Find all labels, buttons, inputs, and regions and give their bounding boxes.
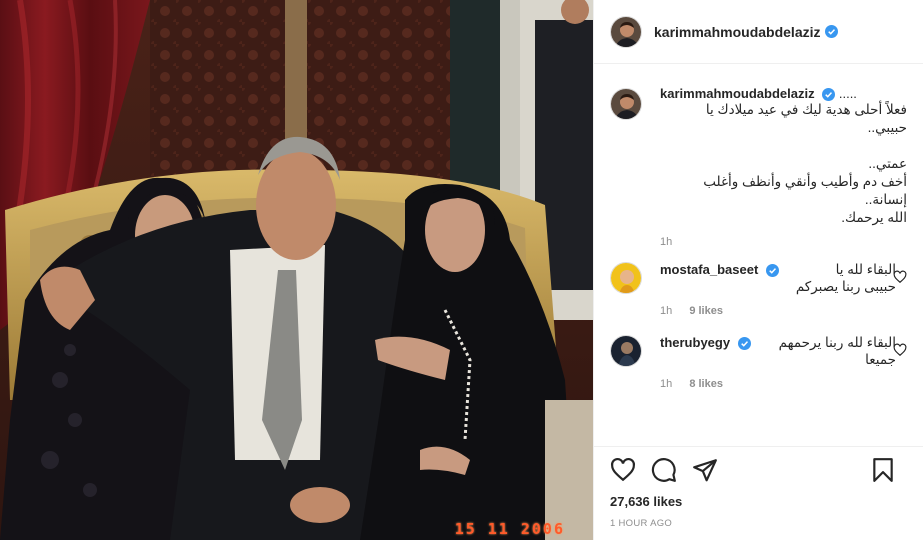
caption-line: إنسانة.. xyxy=(864,192,907,208)
comments-list: karimmahmoudabdelaziz ..... فعلاً أحلى ه… xyxy=(594,64,923,446)
comment-time[interactable]: 1h xyxy=(660,378,672,390)
comment-likes[interactable]: 9 likes xyxy=(689,305,723,317)
caption-username[interactable]: karimmahmoudabdelaziz xyxy=(660,86,815,101)
verified-badge-icon xyxy=(765,264,779,278)
comment-body: therubyegy البقاء لله ربنا يرحمهم جميعا … xyxy=(660,335,896,390)
verified-badge-icon xyxy=(822,88,836,102)
post-side-panel: karimmahmoudabdelaziz karimmahmoudabdela… xyxy=(593,0,923,540)
caption-lead: ..... xyxy=(838,86,857,101)
caption: karimmahmoudabdelaziz ..... فعلاً أحلى ه… xyxy=(610,86,907,248)
comment-meta: 1h 9 likes xyxy=(660,305,896,317)
comment-first-line: mostafa_baseet البقاء لله يا xyxy=(660,262,896,278)
comment-icon[interactable] xyxy=(651,457,677,483)
comment-username[interactable]: mostafa_baseet xyxy=(660,262,758,277)
comment-item: mostafa_baseet البقاء لله يا حبيبى ربنا … xyxy=(610,262,907,317)
share-icon[interactable] xyxy=(692,457,718,483)
verified-badge-icon xyxy=(824,25,838,38)
comment-text: البقاء لله ربنا يرحمهم xyxy=(778,335,896,351)
post-timestamp[interactable]: 1 HOUR AGO xyxy=(594,518,923,540)
caption-head: karimmahmoudabdelaziz ..... xyxy=(660,86,907,102)
post-username[interactable]: karimmahmoudabdelaziz xyxy=(654,24,821,40)
comment-username[interactable]: therubyegy xyxy=(660,335,730,350)
caption-time[interactable]: 1h xyxy=(660,236,672,248)
comment-meta: 1h 8 likes xyxy=(660,378,896,390)
avatar-image xyxy=(611,263,641,294)
caption-line: أخف دم وأطيب وأنقي وأنظف وأغلب xyxy=(703,174,907,190)
heart-icon[interactable] xyxy=(893,343,907,357)
caption-line: الله يرحمك. xyxy=(841,210,907,226)
verified-badge-icon xyxy=(737,337,751,351)
post-photo[interactable]: 15 11 2006 xyxy=(0,0,593,540)
caption-meta: 1h xyxy=(660,236,907,248)
caption-body: karimmahmoudabdelaziz ..... فعلاً أحلى ه… xyxy=(660,86,907,248)
avatar-image xyxy=(611,89,641,119)
comment-likes[interactable]: 8 likes xyxy=(689,378,723,390)
comment-item: therubyegy البقاء لله ربنا يرحمهم جميعا … xyxy=(610,335,907,390)
comment-time[interactable]: 1h xyxy=(660,305,672,317)
caption-line: فعلاً أحلى هدية ليك في عيد ميلادك يا xyxy=(705,102,907,118)
comment-body: mostafa_baseet البقاء لله يا حبيبى ربنا … xyxy=(660,262,896,317)
avatar[interactable] xyxy=(610,262,642,295)
post-header: karimmahmoudabdelaziz xyxy=(594,0,923,64)
caption-line: حبيبي.. xyxy=(867,120,907,136)
post-actions xyxy=(594,446,923,492)
bookmark-icon[interactable] xyxy=(870,457,896,483)
heart-icon[interactable] xyxy=(610,457,636,483)
comment-text: البقاء لله يا xyxy=(835,262,896,278)
photo-illustration xyxy=(0,0,593,540)
avatar[interactable] xyxy=(610,88,642,120)
photo-date-stamp: 15 11 2006 xyxy=(454,520,565,538)
avatar[interactable] xyxy=(610,335,642,368)
comment-first-line: therubyegy البقاء لله ربنا يرحمهم xyxy=(660,335,896,351)
heart-icon[interactable] xyxy=(893,270,907,284)
comment-text: حبيبى ربنا يصبركم xyxy=(795,279,896,295)
caption-line: عمتي.. xyxy=(868,156,907,172)
instagram-post: 15 11 2006 karimmahmoudabdelaziz karimma… xyxy=(0,0,923,540)
likes-count[interactable]: 27,636 likes xyxy=(594,492,923,518)
avatar-image xyxy=(611,16,641,47)
avatar-image xyxy=(611,336,641,367)
caption-text: فعلاً أحلى هدية ليك في عيد ميلادك يا حبي… xyxy=(660,101,907,227)
comment-text: جميعا xyxy=(865,352,896,368)
avatar[interactable] xyxy=(610,15,642,48)
